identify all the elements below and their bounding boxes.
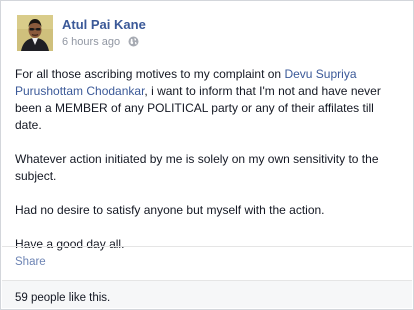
post-body: For all those ascribing motives to my co…	[15, 66, 403, 270]
post-meta: 6 hours ago	[62, 36, 139, 50]
post-actions: Share	[15, 256, 46, 268]
post-paragraph-3: Had no desire to satisfy anyone but myse…	[15, 203, 325, 217]
share-link[interactable]: Share	[15, 256, 46, 268]
actions-divider	[2, 246, 412, 247]
post-header: Atul Pai Kane 6 hours ago	[15, 13, 405, 53]
paragraph-1-text-start: For all those ascribing motives to my co…	[15, 67, 285, 81]
post-paragraph-1: For all those ascribing motives to my co…	[15, 66, 403, 134]
post-paragraph-4: Have a good day all.	[15, 237, 125, 251]
post-card: Atul Pai Kane 6 hours ago For all those …	[0, 0, 414, 310]
post-paragraph-2: Whatever action initiated by me is solel…	[15, 152, 379, 183]
post-timestamp[interactable]: 6 hours ago	[62, 36, 120, 48]
likes-count[interactable]: 59 people like this.	[15, 292, 110, 304]
likes-bar: 59 people like this.	[2, 281, 412, 308]
author-avatar[interactable]	[17, 15, 53, 51]
globe-icon[interactable]	[128, 36, 139, 50]
profile-photo	[17, 15, 53, 51]
author-name[interactable]: Atul Pai Kane	[62, 17, 146, 32]
